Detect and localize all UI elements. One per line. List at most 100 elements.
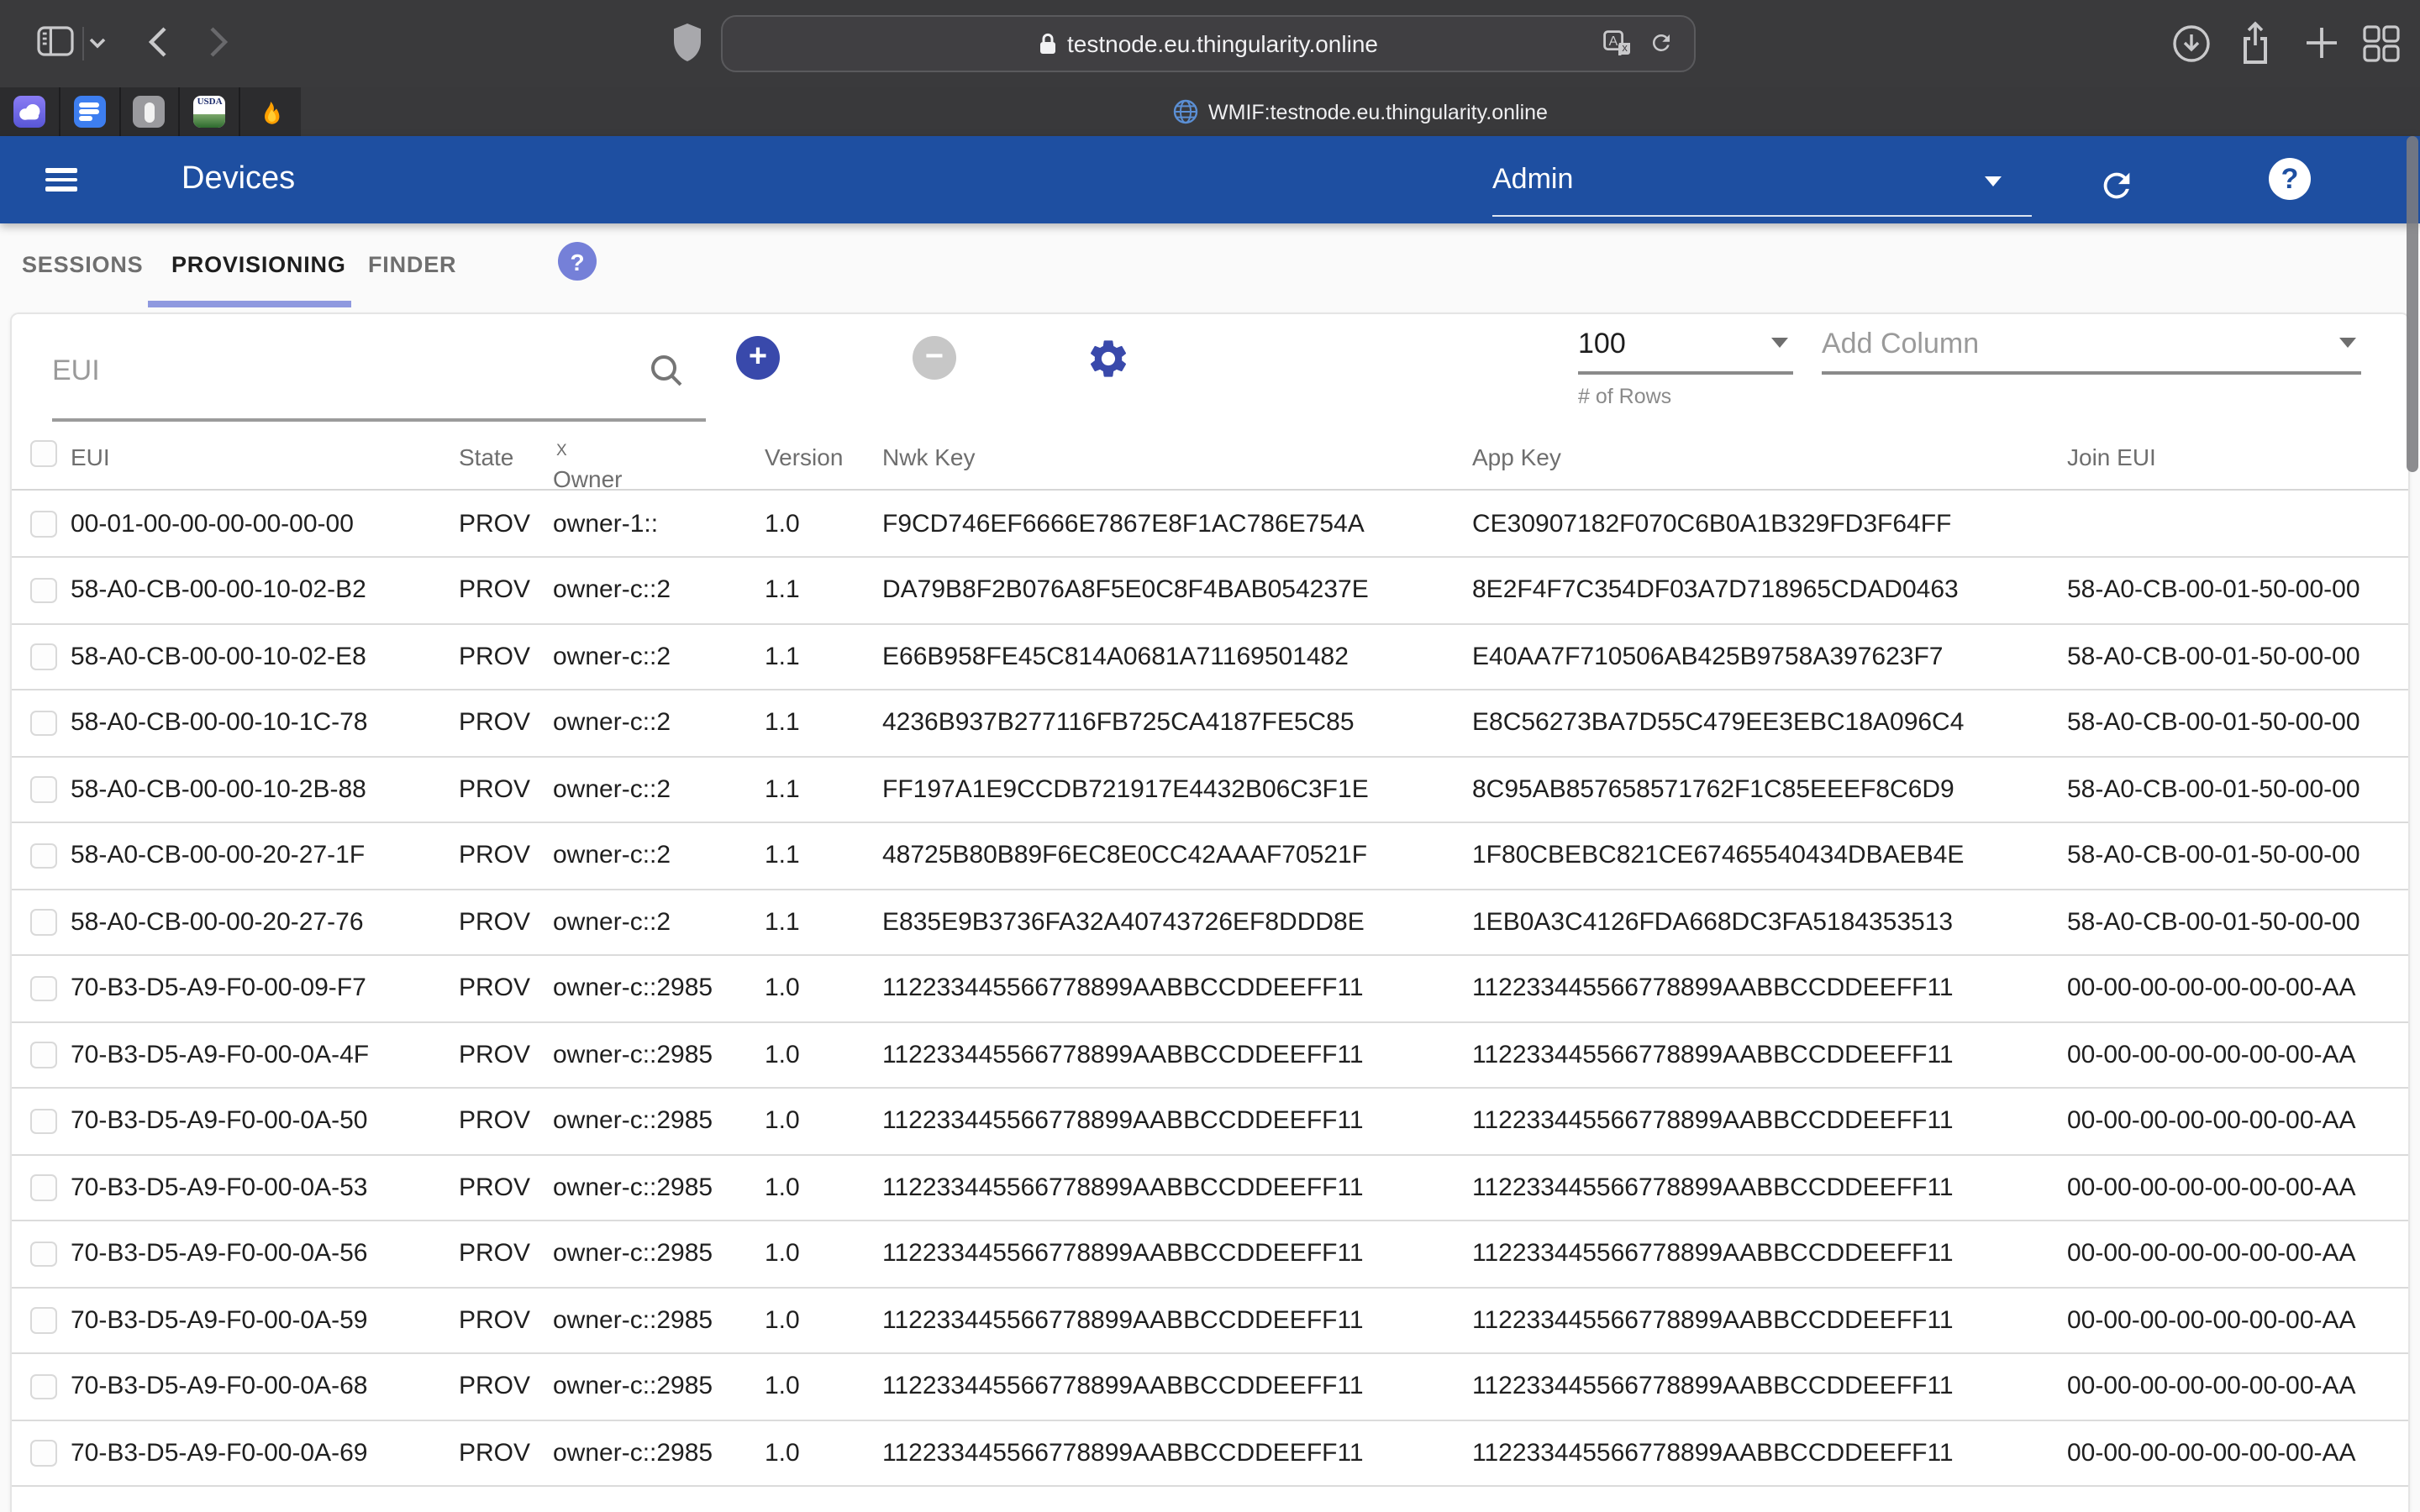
downloads-icon[interactable] [2171, 24, 2212, 64]
scrollbar-thumb[interactable] [2407, 136, 2418, 472]
pinned-tab-usda-icon[interactable]: USDA [181, 87, 241, 136]
address-bar[interactable]: testnode.eu.thingularity.online Ax [721, 15, 1696, 72]
eui-link[interactable]: 70-B3-D5-A9-F0-00-0A-53 [71, 1173, 368, 1202]
tab-provisioning[interactable]: PROVISIONING [171, 252, 346, 277]
row-checkbox[interactable] [30, 1174, 56, 1200]
privacy-shield-icon[interactable] [672, 22, 702, 64]
app-key-cell: 8C95AB857658571762F1C85EEEF8C6D9 [1472, 775, 1954, 804]
eui-link[interactable]: 70-B3-D5-A9-F0-00-0A-59 [71, 1306, 368, 1335]
version-cell: 1.0 [765, 1107, 800, 1136]
row-checkbox[interactable] [30, 643, 56, 669]
select-all-checkbox[interactable] [30, 440, 56, 466]
column-header-app-key[interactable]: App Key [1472, 444, 1561, 470]
forward-button-icon[interactable] [208, 25, 229, 59]
remove-device-button[interactable]: − [913, 336, 956, 380]
back-button-icon[interactable] [148, 25, 168, 59]
eui-link[interactable]: 70-B3-D5-A9-F0-00-0A-69 [71, 1439, 368, 1467]
row-checkbox[interactable] [30, 511, 56, 537]
state-cell: PROV [459, 842, 530, 870]
app-key-cell: 112233445566778899AABBCCDDEEFF11 [1472, 1173, 1954, 1202]
row-checkbox[interactable] [30, 1440, 56, 1466]
eui-link[interactable]: 00-01-00-00-00-00-00-00 [71, 510, 354, 538]
row-checkbox[interactable] [30, 1241, 56, 1267]
row-checkbox[interactable] [30, 909, 56, 935]
settings-button[interactable] [1086, 336, 1131, 390]
state-cell: PROV [459, 709, 530, 738]
eui-link[interactable]: 58-A0-CB-00-00-20-27-1F [71, 842, 365, 870]
eui-link[interactable]: 70-B3-D5-A9-F0-00-0A-68 [71, 1373, 368, 1401]
nwk-key-cell: 112233445566778899AABBCCDDEEFF11 [882, 974, 1364, 1003]
eui-link[interactable]: 58-A0-CB-00-00-10-02-B2 [71, 576, 366, 605]
add-device-button[interactable]: + [736, 336, 780, 380]
tab-finder[interactable]: FINDER [368, 252, 456, 277]
pinned-tab-docs-icon[interactable] [60, 87, 121, 136]
column-header-nwk-key[interactable]: Nwk Key [882, 444, 975, 470]
nwk-key-cell: 112233445566778899AABBCCDDEEFF11 [882, 1306, 1364, 1335]
eui-link[interactable]: 58-A0-CB-00-00-10-2B-88 [71, 775, 366, 804]
app-key-cell: 1EB0A3C4126FDA668DC3FA5184353513 [1472, 908, 1953, 937]
column-header-join-eui[interactable]: Join EUI [2067, 444, 2156, 470]
pinned-tab-firebase-icon[interactable] [240, 87, 301, 136]
row-checkbox[interactable] [30, 577, 56, 603]
tab-overview-icon[interactable] [2363, 25, 2400, 62]
active-tab-underline [148, 301, 351, 307]
rows-per-page-select[interactable]: 100 # of Rows [1578, 321, 1793, 361]
tab-sessions[interactable]: SESSIONS [22, 252, 143, 277]
share-icon[interactable] [2237, 20, 2274, 66]
browser-toolbar: testnode.eu.thingularity.online Ax [0, 0, 2420, 87]
join-eui-cell: 58-A0-CB-00-01-50-00-00 [2067, 775, 2360, 804]
row-checkbox[interactable] [30, 1373, 56, 1399]
nwk-key-cell: E835E9B3736FA32A40743726EF8DDD8E [882, 908, 1365, 937]
pinned-tab-gray-icon[interactable] [120, 87, 181, 136]
state-cell: PROV [459, 1240, 530, 1268]
eui-link[interactable]: 70-B3-D5-A9-F0-00-09-F7 [71, 974, 366, 1003]
row-checkbox[interactable] [30, 776, 56, 802]
owner-remove-x[interactable]: X [556, 442, 567, 460]
app-key-cell: 112233445566778899AABBCCDDEEFF11 [1472, 1240, 1954, 1268]
row-checkbox[interactable] [30, 843, 56, 869]
eui-link[interactable]: 70-B3-D5-A9-F0-00-0A-4F [71, 1041, 369, 1069]
add-column-placeholder: Add Column [1822, 328, 2361, 361]
eui-link[interactable]: 70-B3-D5-A9-F0-00-0A-50 [71, 1107, 368, 1136]
owner-cell: owner-c::2 [553, 842, 671, 870]
column-header-eui[interactable]: EUI [71, 444, 110, 470]
menu-icon[interactable] [45, 168, 77, 192]
add-column-select[interactable]: Add Column [1822, 321, 2361, 361]
refresh-button[interactable] [2097, 166, 2136, 213]
search-icon[interactable] [647, 351, 687, 400]
account-select-value: Admin [1492, 163, 1573, 197]
join-eui-cell: 00-00-00-00-00-00-00-AA [2067, 974, 2356, 1003]
translate-icon[interactable]: Ax [1603, 30, 1632, 55]
account-select[interactable]: Admin [1492, 136, 2032, 223]
row-checkbox[interactable] [30, 1307, 56, 1333]
header-help-button[interactable]: ? [2269, 158, 2311, 200]
active-tab[interactable]: WMIF:testnode.eu.thingularity.online [301, 87, 2420, 136]
search-input[interactable] [52, 348, 644, 395]
row-checkbox[interactable] [30, 1042, 56, 1068]
reload-icon[interactable] [1649, 30, 1674, 55]
column-header-owner[interactable]: OwnerX [553, 444, 564, 471]
new-tab-icon[interactable] [2304, 25, 2339, 60]
column-header-state[interactable]: State [459, 444, 513, 470]
tabs-help-button[interactable]: ? [558, 242, 597, 281]
join-eui-cell: 00-00-00-00-00-00-00-AA [2067, 1173, 2356, 1202]
rows-per-page-label: # of Rows [1578, 385, 1671, 408]
row-checkbox[interactable] [30, 710, 56, 736]
tab-group-chevron-icon[interactable] [89, 37, 106, 49]
app-header: Devices Admin [0, 136, 2420, 223]
column-header-version[interactable]: Version [765, 444, 843, 470]
eui-link[interactable]: 58-A0-CB-00-00-10-02-E8 [71, 643, 366, 671]
version-cell: 1.1 [765, 908, 800, 937]
app-key-cell: 112233445566778899AABBCCDDEEFF11 [1472, 974, 1954, 1003]
eui-link[interactable]: 58-A0-CB-00-00-10-1C-78 [71, 709, 368, 738]
row-checkbox[interactable] [30, 975, 56, 1001]
nwk-key-cell: 112233445566778899AABBCCDDEEFF11 [882, 1439, 1364, 1467]
owner-cell: owner-c::2 [553, 643, 671, 671]
page-title: Devices [182, 136, 295, 223]
pinned-tab-cloud-icon[interactable] [0, 87, 60, 136]
search-field [52, 334, 706, 422]
sidebar-toggle-icon[interactable] [37, 25, 74, 59]
eui-link[interactable]: 58-A0-CB-00-00-20-27-76 [71, 908, 364, 937]
eui-link[interactable]: 70-B3-D5-A9-F0-00-0A-56 [71, 1240, 368, 1268]
row-checkbox[interactable] [30, 1108, 56, 1134]
